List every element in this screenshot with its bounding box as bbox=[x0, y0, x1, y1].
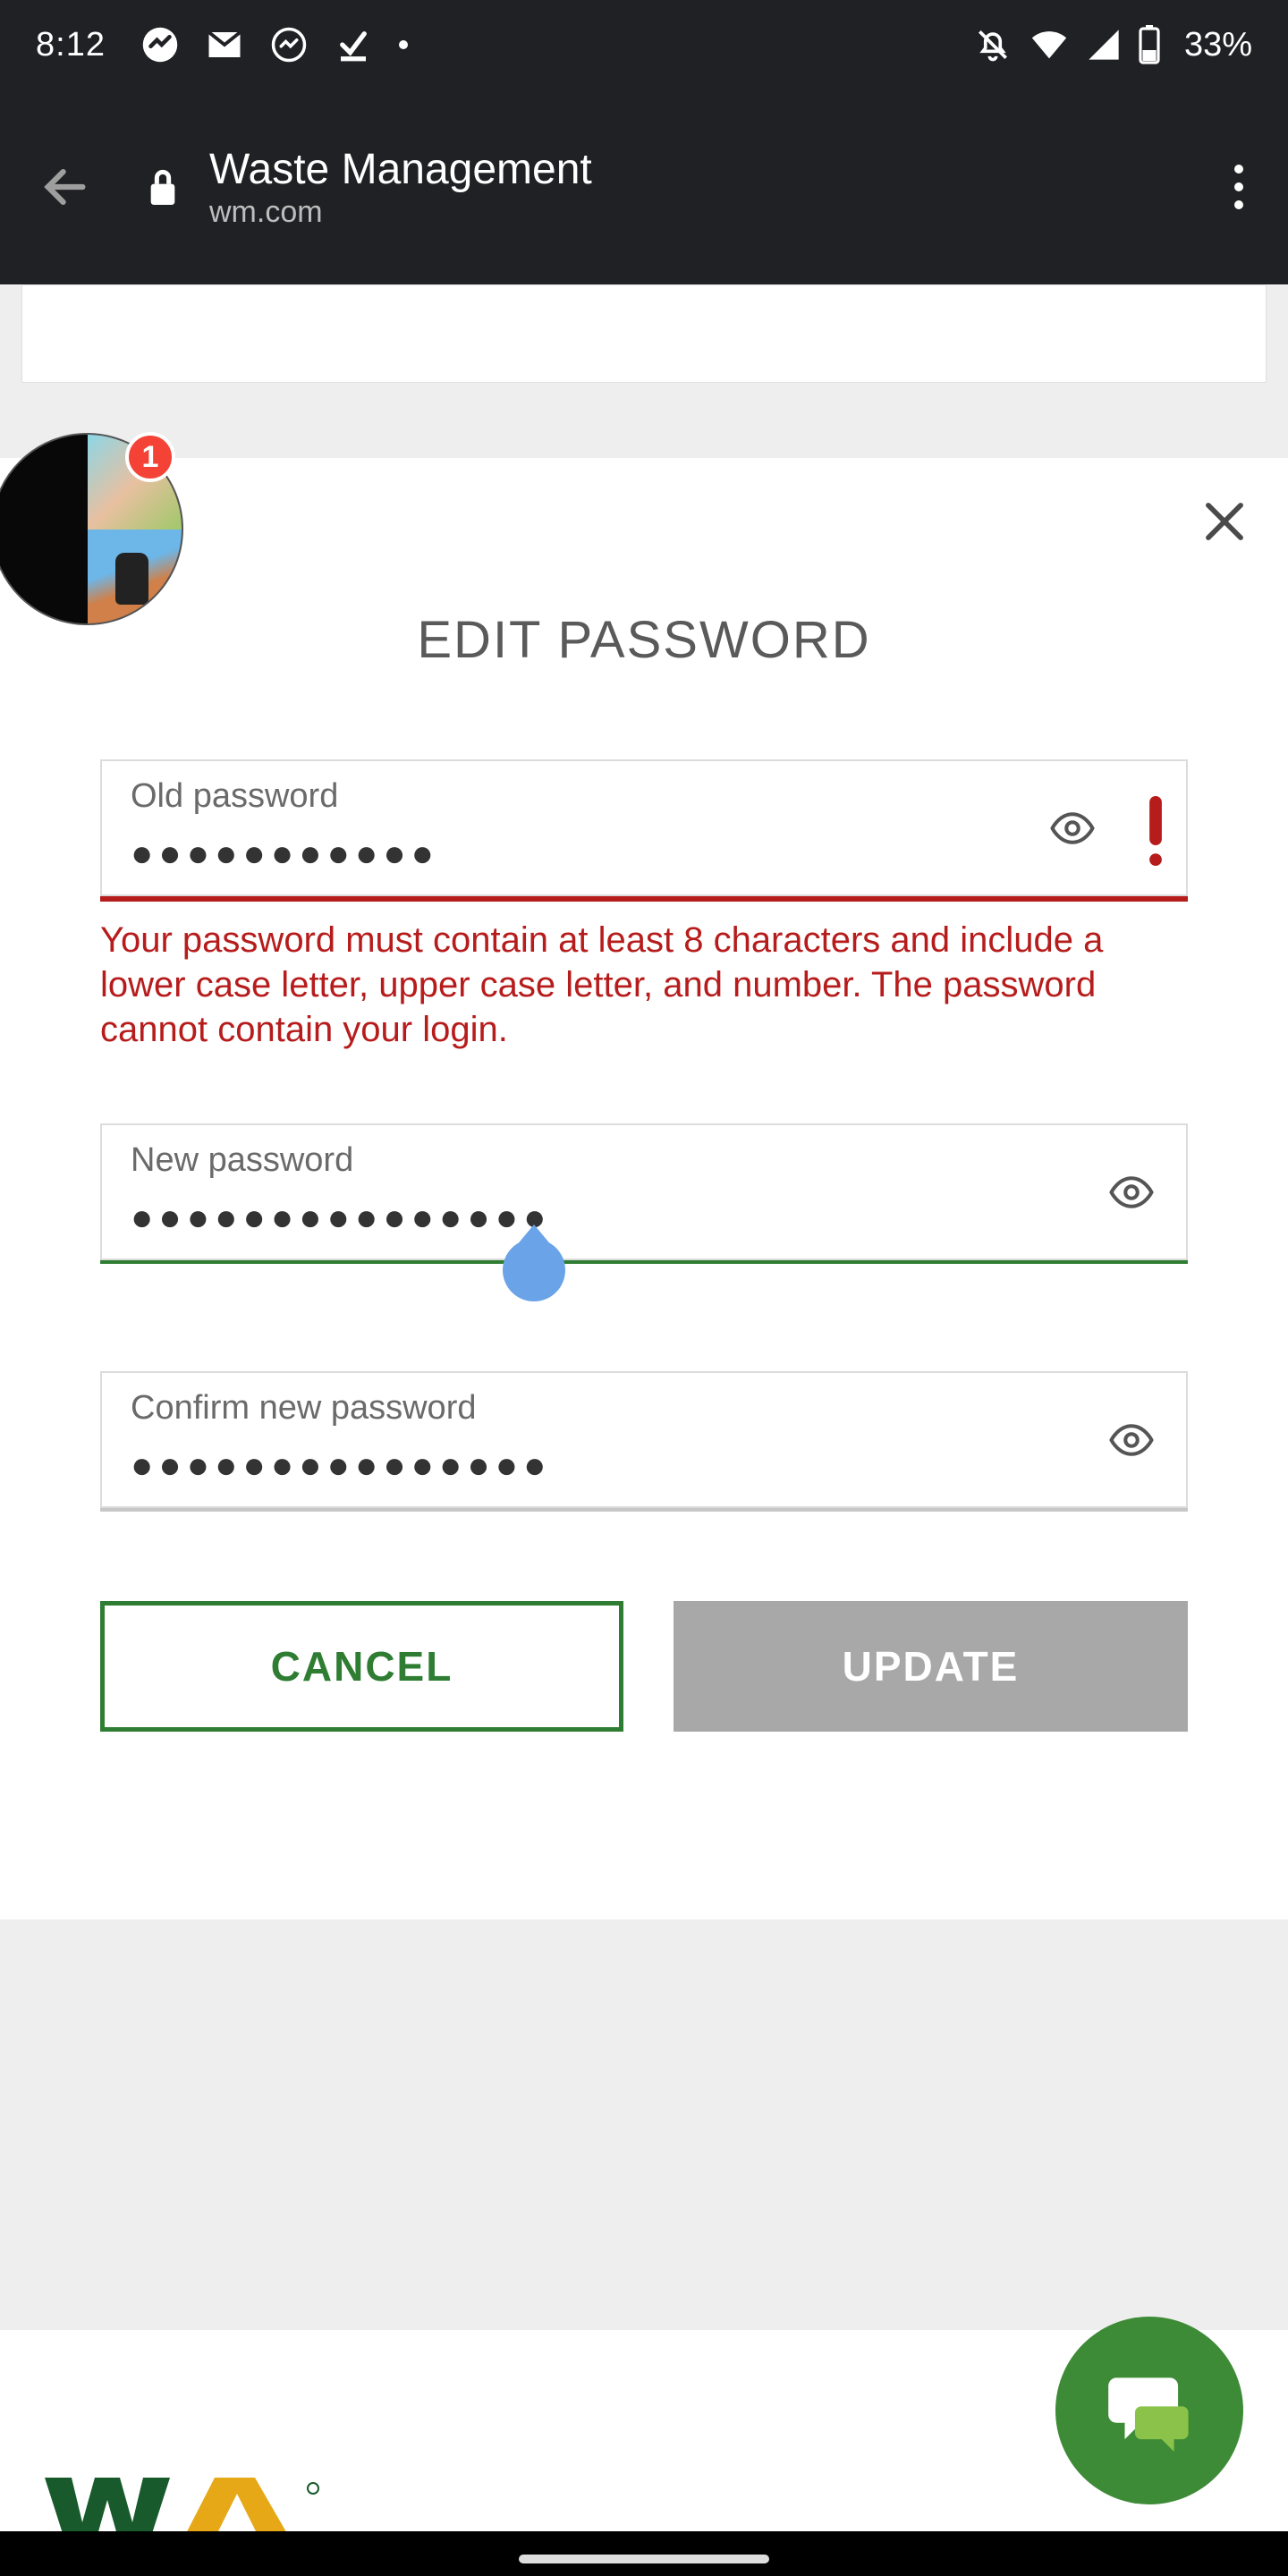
battery-icon bbox=[1138, 25, 1161, 64]
edit-password-modal: EDIT PASSWORD Old password ●●●●●●●●●●● Y… bbox=[0, 458, 1288, 1919]
wifi-icon bbox=[1029, 24, 1070, 65]
update-button[interactable]: UPDATE bbox=[674, 1601, 1188, 1732]
browser-bar: Waste Management wm.com bbox=[0, 89, 1288, 284]
download-done-icon bbox=[335, 26, 372, 64]
chat-fab[interactable] bbox=[1055, 2317, 1243, 2504]
cancel-button[interactable]: CANCEL bbox=[100, 1601, 623, 1732]
new-password-value: ●●●●●●●●●●●●●●● bbox=[131, 1196, 1157, 1239]
old-password-label: Old password bbox=[131, 777, 1157, 816]
back-icon[interactable] bbox=[39, 161, 91, 213]
status-bar: 8:12 bbox=[0, 0, 1288, 89]
gesture-bar[interactable] bbox=[0, 2531, 1288, 2576]
eye-icon[interactable] bbox=[1107, 1416, 1156, 1464]
eye-icon[interactable] bbox=[1107, 1168, 1156, 1216]
text-cursor-handle-icon[interactable] bbox=[503, 1239, 565, 1301]
old-password-value: ●●●●●●●●●●● bbox=[131, 832, 1157, 875]
dnd-off-icon bbox=[973, 25, 1013, 64]
page-title: Waste Management bbox=[209, 144, 1225, 196]
cell-signal-icon bbox=[1086, 27, 1122, 63]
page-url: wm.com bbox=[209, 195, 1225, 230]
browser-menu-icon[interactable] bbox=[1225, 156, 1252, 218]
modal-title: EDIT PASSWORD bbox=[0, 610, 1288, 670]
status-time: 8:12 bbox=[36, 26, 106, 64]
close-icon[interactable] bbox=[1197, 494, 1252, 549]
messenger-icon bbox=[270, 26, 308, 64]
battery-percent: 33% bbox=[1184, 26, 1252, 64]
error-underline bbox=[100, 896, 1188, 902]
password-error-text: Your password must contain at least 8 ch… bbox=[100, 918, 1188, 1052]
gmail-icon bbox=[206, 26, 243, 64]
confirm-password-value: ●●●●●●●●●●●●●●● bbox=[131, 1444, 1157, 1487]
error-icon bbox=[1123, 761, 1188, 900]
lock-icon bbox=[145, 165, 181, 208]
confirm-password-label: Confirm new password bbox=[131, 1389, 1157, 1428]
more-notif-icon bbox=[399, 40, 408, 49]
old-password-field[interactable]: Old password ●●●●●●●●●●● bbox=[100, 759, 1188, 896]
confirm-password-field[interactable]: Confirm new password ●●●●●●●●●●●●●●● bbox=[100, 1371, 1188, 1508]
messenger-notif-icon bbox=[141, 26, 179, 64]
new-password-label: New password bbox=[131, 1141, 1157, 1180]
neutral-underline bbox=[100, 1508, 1188, 1512]
chathead-badge: 1 bbox=[125, 432, 175, 482]
eye-icon[interactable] bbox=[1048, 804, 1097, 852]
page-header-strip bbox=[21, 284, 1267, 383]
new-password-field[interactable]: New password ●●●●●●●●●●●●●●● bbox=[100, 1123, 1188, 1260]
